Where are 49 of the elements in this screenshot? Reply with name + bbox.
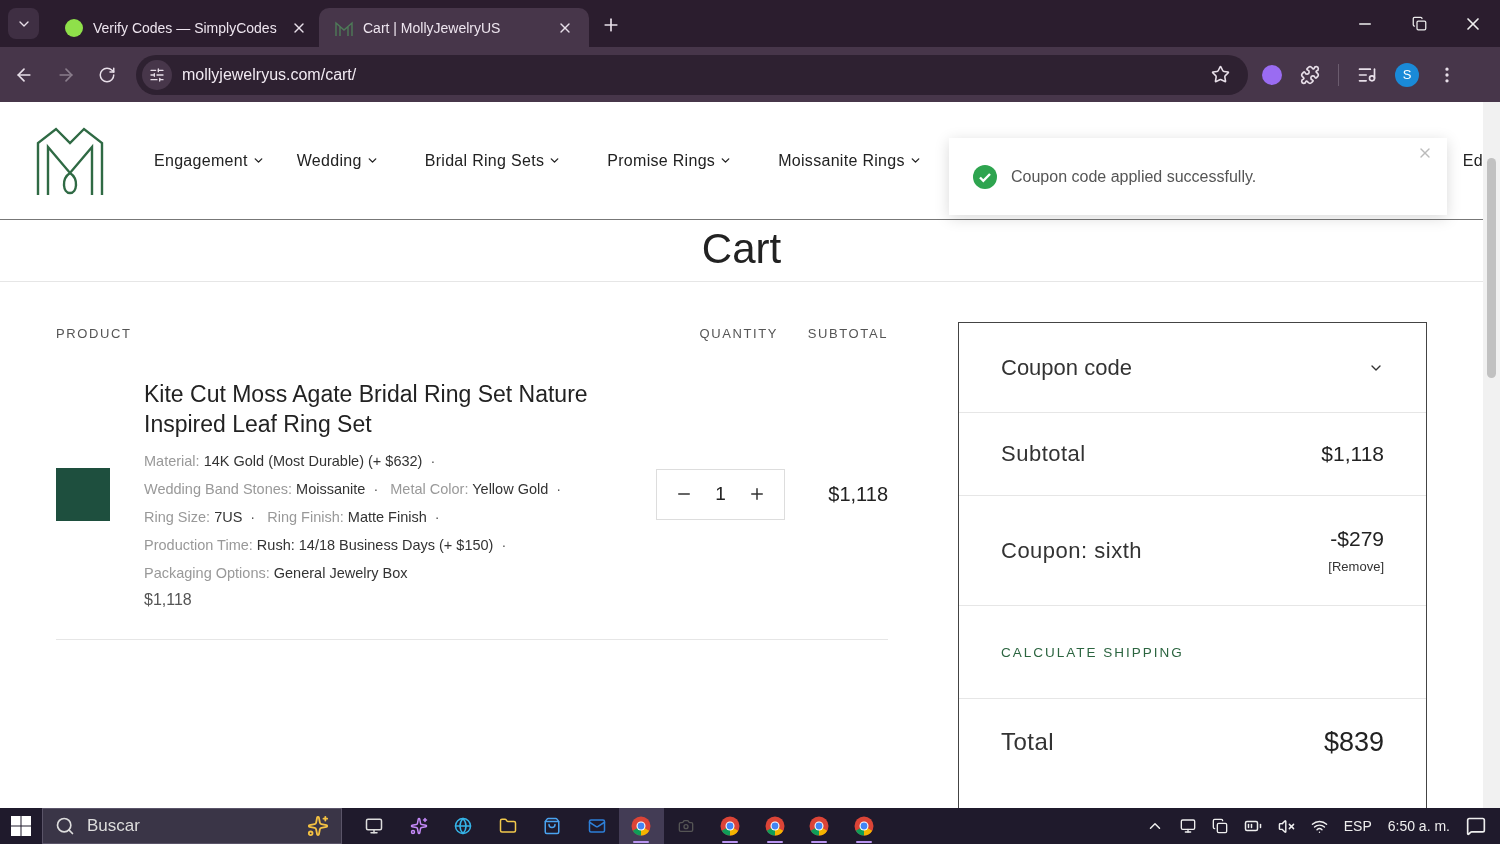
mute-icon[interactable] bbox=[1277, 817, 1295, 835]
nav-link[interactable]: Moissanite Rings bbox=[778, 151, 922, 170]
product-name[interactable]: Kite Cut Moss Agate Bridal Ring Set Nature Inspired Leaf Ring Set bbox=[144, 379, 624, 439]
language-indicator[interactable]: ESP bbox=[1343, 818, 1372, 834]
summary-label: Subtotal bbox=[1001, 441, 1086, 467]
product-options: Material: 14K Gold (Most Durable) (+ $632) · Wedding Band Stones: Moissanite · Metal Color: Yellow Gold · Ring Size: 7US · Ring Finish: Matte Finish · Production Time: Rush: 14/18 Business Days (+ $150) · Packaging Options: General Jewelry Box bbox=[144, 447, 624, 587]
column-header: QUANTITY bbox=[698, 326, 778, 341]
search-icon bbox=[55, 816, 75, 836]
coupon-code-toggle[interactable]: Coupon code bbox=[1001, 354, 1384, 381]
profile-avatar[interactable]: S bbox=[1395, 62, 1419, 87]
check-icon bbox=[973, 164, 997, 189]
browser-tab[interactable]: Cart | MollyJewelryUS bbox=[319, 8, 589, 47]
notifications-icon[interactable] bbox=[1466, 816, 1486, 836]
nav-link[interactable]: Ed bbox=[1462, 151, 1483, 170]
monitor-icon[interactable] bbox=[1179, 818, 1196, 834]
url-text: mollyjewelryus.com/cart/ bbox=[182, 65, 358, 84]
calculate-shipping-link[interactable]: CALCULATE SHIPPING bbox=[1001, 644, 1184, 660]
address-bar[interactable]: mollyjewelryus.com/cart/ bbox=[136, 54, 1248, 95]
taskbar-search-field[interactable]: Buscar bbox=[42, 808, 342, 844]
site-settings-icon[interactable] bbox=[142, 59, 172, 90]
quantity-stepper[interactable]: 1 bbox=[656, 468, 785, 520]
clock-time[interactable]: 6:50 a. m. bbox=[1387, 818, 1450, 834]
toast-message: Coupon code applied successfully. bbox=[1011, 167, 1257, 186]
summary-label: Coupon: sixth bbox=[1001, 537, 1143, 564]
browser-icon[interactable] bbox=[619, 808, 664, 844]
unit-price: $1,118 bbox=[144, 591, 193, 609]
tab-title: Verify Codes — SimplyCodes bbox=[93, 19, 277, 36]
summary-value: -$279 bbox=[1330, 527, 1384, 551]
tab-title: Cart | MollyJewelryUS bbox=[363, 19, 502, 36]
column-header: PRODUCT bbox=[56, 326, 133, 341]
page-title: Cart bbox=[701, 228, 782, 270]
summary-label: Total bbox=[1001, 728, 1055, 756]
browser-tab[interactable]: Verify Codes — SimplyCodes bbox=[49, 8, 319, 47]
remove-coupon-link[interactable]: [Remove] bbox=[1328, 559, 1384, 574]
nav-link[interactable]: Promise Rings bbox=[607, 151, 733, 170]
nav-link[interactable]: Wedding bbox=[296, 151, 379, 170]
summary-value: $839 bbox=[1323, 726, 1384, 758]
photo-placeholder bbox=[56, 467, 110, 521]
sparkle-icon bbox=[307, 815, 329, 837]
tab-search-button[interactable] bbox=[8, 8, 39, 39]
scrollbar[interactable] bbox=[1483, 102, 1500, 808]
windows-logo-icon bbox=[11, 816, 31, 836]
quantity-value: 1 bbox=[715, 483, 726, 505]
nav-link[interactable]: Engagement bbox=[154, 151, 265, 170]
line-subtotal: $1,118 bbox=[828, 482, 888, 506]
summary-value: $1,118 bbox=[1321, 442, 1384, 466]
column-header: SUBTOTAL bbox=[806, 326, 888, 341]
search-placeholder: Buscar bbox=[87, 816, 141, 836]
nav-link[interactable]: Bridal Ring Sets bbox=[424, 151, 562, 170]
